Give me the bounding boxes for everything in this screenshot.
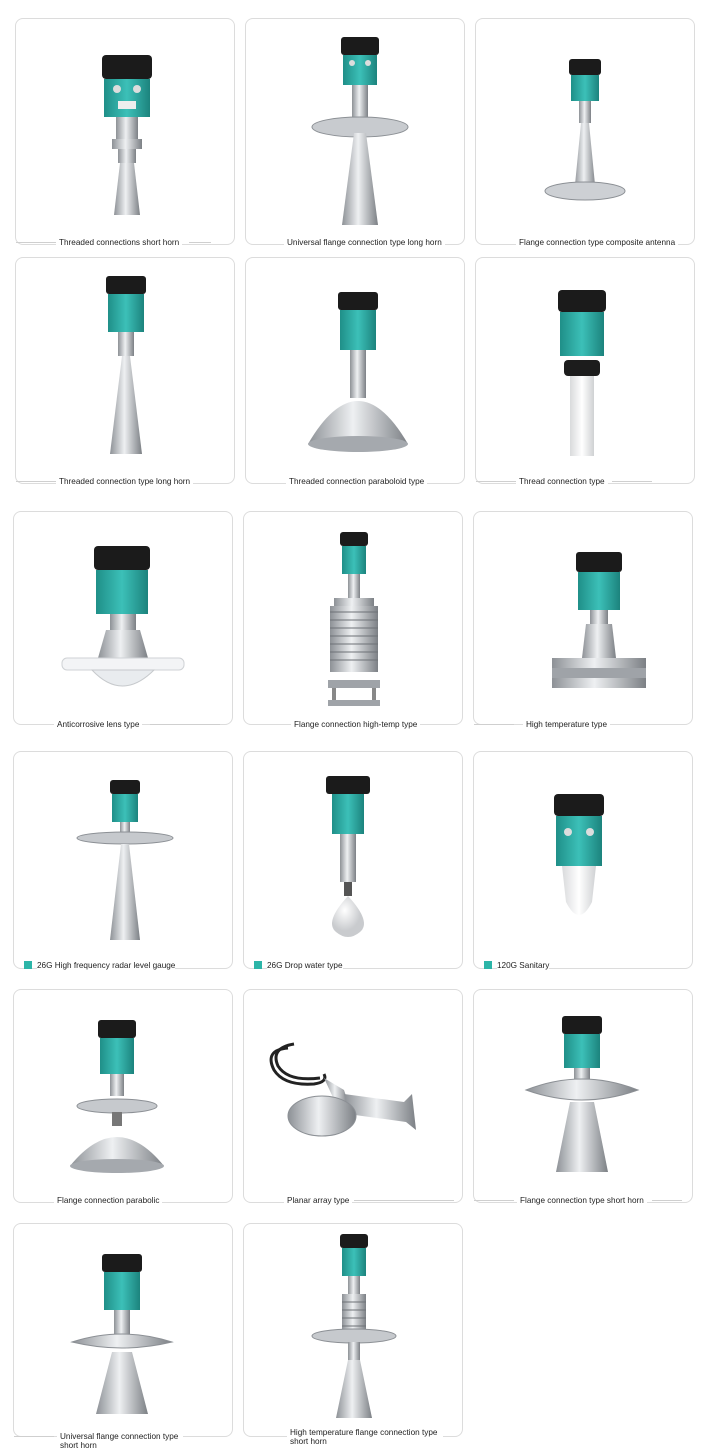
product-card[interactable]: Threaded connection paraboloid type [245, 257, 465, 486]
product-image [311, 37, 409, 225]
product-caption: Flange connection high-temp type [291, 720, 421, 729]
product-caption: Anticorrosive lens type [54, 720, 143, 729]
product-image [102, 55, 152, 215]
product-caption: Planar array type [284, 1196, 353, 1205]
product-image [328, 532, 380, 706]
product-caption: Threaded connections short horn [56, 238, 183, 247]
product-card[interactable]: High temperature type [473, 511, 693, 729]
product-card[interactable]: Flange connection high-temp type [243, 511, 463, 729]
product-card[interactable]: 120G Sanitary [473, 751, 693, 970]
product-caption: Flange connection parabolic [54, 1196, 163, 1205]
product-card[interactable]: 26G High frequency radar level gauge [13, 751, 233, 970]
tag-icon [484, 961, 492, 969]
product-image [308, 292, 408, 452]
product-card[interactable]: Planar array type [243, 989, 463, 1205]
product-caption: 26G Drop water type [267, 961, 343, 970]
product-caption: Universal flange connection type long ho… [284, 238, 445, 247]
product-image [524, 1016, 640, 1172]
product-caption: High temperature type [523, 720, 611, 729]
product-image [70, 1254, 174, 1414]
product-image [61, 546, 185, 687]
product-card[interactable]: Universal flange connection type short h… [13, 1223, 233, 1450]
product-caption: Threaded connection type long horn [56, 477, 194, 486]
product-image [544, 59, 626, 201]
product-caption: Flange connection type composite antenna [516, 238, 679, 247]
product-image [558, 290, 606, 456]
product-caption: Threaded connection paraboloid type [286, 477, 428, 486]
product-image [76, 780, 174, 940]
product-image [552, 552, 646, 688]
product-caption: Thread connection type [516, 477, 608, 486]
product-image [326, 776, 370, 937]
product-card[interactable]: Anticorrosive lens type [13, 511, 233, 729]
product-card[interactable]: High temperature flange connection type … [243, 1223, 463, 1446]
product-image [269, 1042, 416, 1137]
product-card[interactable]: Flange connection type composite antenna [475, 18, 695, 247]
product-card[interactable]: Flange connection parabolic [13, 989, 233, 1205]
product-caption: 26G High frequency radar level gauge [37, 961, 176, 970]
product-card[interactable]: Threaded connections short horn [15, 18, 235, 247]
product-caption: High temperature flange connection type … [287, 1428, 443, 1446]
product-card[interactable]: Thread connection type [475, 257, 695, 486]
product-card[interactable]: 26G Drop water type [243, 751, 463, 970]
product-image [554, 794, 604, 915]
product-image [70, 1020, 164, 1173]
product-caption: 120G Sanitary [497, 961, 550, 970]
product-card[interactable]: Flange connection type short horn [473, 989, 693, 1205]
product-image [311, 1234, 397, 1418]
product-caption: Flange connection type short horn [517, 1196, 647, 1205]
product-card[interactable]: Universal flange connection type long ho… [245, 18, 465, 247]
product-card[interactable]: Threaded connection type long horn [15, 257, 235, 486]
tag-icon [254, 961, 262, 969]
product-caption: Universal flange connection type short h… [57, 1432, 183, 1450]
tag-icon [24, 961, 32, 969]
product-image [106, 276, 146, 454]
